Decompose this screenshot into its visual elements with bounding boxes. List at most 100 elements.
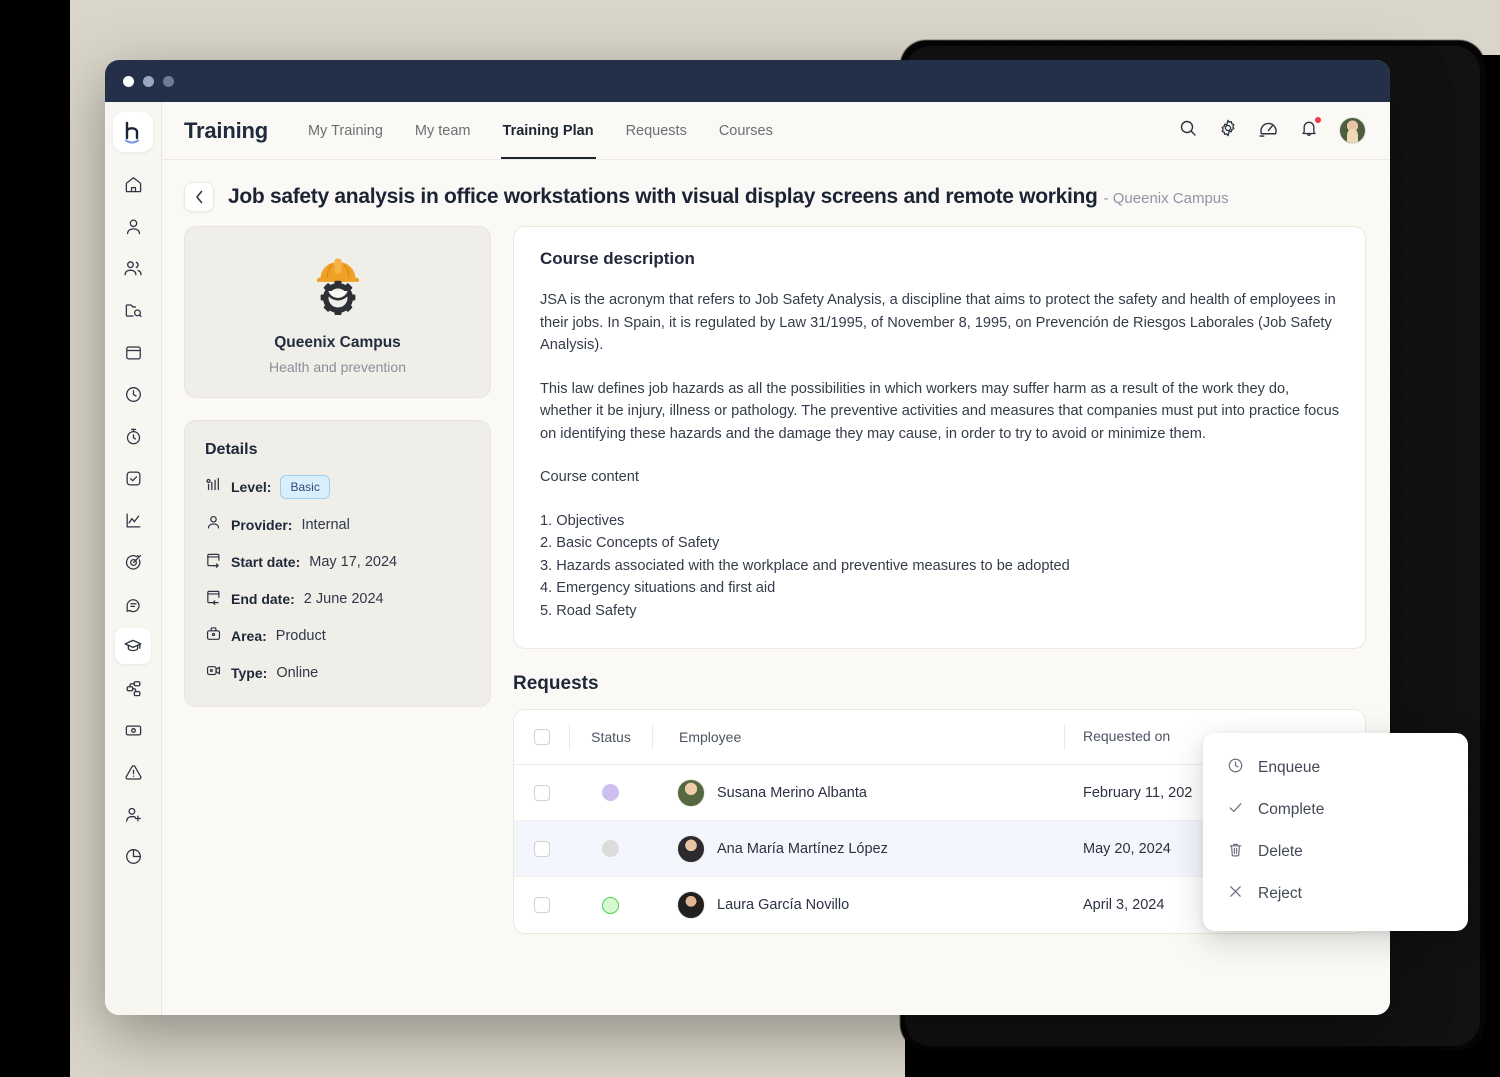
detail-value-type: Online bbox=[276, 665, 319, 681]
detail-value-end-date: 2 June 2024 bbox=[303, 591, 384, 607]
status-badge bbox=[601, 896, 619, 914]
detail-row-area: Area: Product bbox=[205, 625, 470, 647]
page-title: Job safety analysis in office workstatio… bbox=[228, 185, 1098, 208]
menu-item-complete[interactable]: Complete bbox=[1203, 789, 1468, 831]
user-plus-icon bbox=[124, 805, 143, 824]
course-description-title: Course description bbox=[540, 249, 695, 268]
column-header-employee[interactable]: Employee bbox=[653, 729, 1064, 745]
column-header-status[interactable]: Status bbox=[570, 729, 652, 745]
sidebar-item-tasks[interactable] bbox=[115, 460, 151, 496]
detail-value-area: Product bbox=[275, 628, 326, 644]
sidebar-item-reports[interactable] bbox=[115, 838, 151, 874]
sidebar-item-training[interactable] bbox=[115, 628, 151, 664]
detail-label-level: Level: bbox=[231, 479, 272, 495]
avatar bbox=[677, 834, 705, 863]
row-status-cell bbox=[569, 784, 651, 801]
sidebar-item-team[interactable] bbox=[115, 250, 151, 286]
tab-my-training[interactable]: My Training bbox=[292, 102, 399, 159]
sidebar-item-calendar[interactable] bbox=[115, 334, 151, 370]
row-select-cell bbox=[514, 897, 569, 913]
sidebar-item-profile[interactable] bbox=[115, 208, 151, 244]
list-item: 4. Emergency situations and first aid bbox=[540, 580, 776, 596]
row-checkbox[interactable] bbox=[533, 840, 550, 857]
select-all-checkbox[interactable] bbox=[533, 729, 550, 745]
page-title-group: Job safety analysis in office workstatio… bbox=[228, 185, 1229, 209]
avatar bbox=[677, 778, 705, 807]
folder-search-icon bbox=[124, 301, 143, 320]
column-header-employee-label: Employee bbox=[679, 729, 742, 745]
sidebar-item-feedback[interactable] bbox=[115, 586, 151, 622]
top-actions bbox=[1178, 116, 1366, 144]
row-status-cell bbox=[569, 840, 651, 857]
avatar bbox=[677, 891, 705, 919]
back-button[interactable] bbox=[184, 182, 214, 212]
video-camera-icon bbox=[205, 662, 222, 684]
sidebar-item-home[interactable] bbox=[115, 166, 151, 202]
gear-icon bbox=[1218, 118, 1238, 143]
minimize-window-button[interactable] bbox=[143, 75, 154, 87]
row-actions-menu: Enqueue Complete Delete Reject bbox=[1203, 733, 1468, 931]
sidebar-item-documents[interactable] bbox=[115, 292, 151, 328]
detail-label-area: Area: bbox=[231, 628, 267, 644]
course-description-card: Course description JSA is the acronym th… bbox=[513, 226, 1366, 649]
notifications-button[interactable] bbox=[1299, 116, 1322, 143]
signal-level-icon bbox=[205, 476, 222, 498]
sidebar-item-analytics[interactable] bbox=[115, 502, 151, 538]
chart-line-icon bbox=[124, 511, 143, 530]
course-summary-card: Queenix Campus Health and prevention bbox=[184, 226, 491, 398]
checkbox-icon bbox=[124, 469, 143, 488]
maximize-window-button[interactable] bbox=[163, 75, 174, 87]
briefcase-icon bbox=[205, 625, 222, 647]
graduation-cap-icon bbox=[123, 636, 143, 656]
close-window-button[interactable] bbox=[123, 75, 134, 87]
menu-item-reject[interactable]: Reject bbox=[1203, 873, 1468, 915]
row-status-cell bbox=[569, 896, 651, 914]
menu-item-enqueue[interactable]: Enqueue bbox=[1203, 747, 1468, 789]
employee-name: Susana Merino Albanta bbox=[717, 784, 867, 801]
status-badge bbox=[601, 784, 619, 801]
requested-on-date: May 20, 2024 bbox=[1083, 840, 1171, 857]
tab-my-team[interactable]: My team bbox=[399, 102, 487, 159]
menu-item-delete[interactable]: Delete bbox=[1203, 831, 1468, 873]
requested-on-date: February 11, 202 bbox=[1083, 784, 1193, 801]
trash-icon bbox=[1227, 841, 1244, 863]
clock-icon bbox=[124, 385, 143, 404]
sidebar-item-goals[interactable] bbox=[115, 544, 151, 580]
sidebar-item-incidents[interactable] bbox=[115, 754, 151, 790]
tab-training-plan[interactable]: Training Plan bbox=[487, 102, 610, 159]
tab-requests[interactable]: Requests bbox=[610, 102, 703, 159]
sidebar-item-recruiting[interactable] bbox=[115, 796, 151, 832]
detail-label-type: Type: bbox=[231, 665, 268, 681]
description-paragraph: JSA is the acronym that refers to Job Sa… bbox=[540, 292, 1336, 353]
settings-button[interactable] bbox=[1218, 118, 1238, 143]
sidebar-item-timer[interactable] bbox=[115, 418, 151, 454]
course-name: Queenix Campus bbox=[274, 334, 401, 351]
user-icon bbox=[124, 217, 143, 236]
target-icon bbox=[124, 553, 143, 572]
app-logo[interactable] bbox=[113, 112, 153, 152]
user-icon bbox=[205, 514, 222, 536]
row-checkbox[interactable] bbox=[533, 784, 550, 801]
tab-courses[interactable]: Courses bbox=[703, 102, 789, 159]
search-button[interactable] bbox=[1178, 118, 1198, 143]
timer-icon bbox=[124, 427, 143, 446]
sidebar-item-time[interactable] bbox=[115, 376, 151, 412]
performance-button[interactable] bbox=[1258, 118, 1279, 144]
course-content-heading: Course content bbox=[540, 469, 639, 485]
speedometer-icon bbox=[1258, 118, 1279, 144]
users-icon bbox=[123, 258, 143, 278]
column-header-requested-on-label: Requested on bbox=[1083, 728, 1171, 744]
select-all-cell bbox=[514, 729, 569, 745]
row-checkbox[interactable] bbox=[533, 897, 550, 913]
employee-name: Laura García Novillo bbox=[717, 897, 850, 913]
user-avatar[interactable] bbox=[1339, 117, 1366, 144]
sidebar-item-workflow[interactable] bbox=[115, 670, 151, 706]
home-icon bbox=[124, 175, 143, 194]
detail-value-start-date: May 17, 2024 bbox=[309, 554, 398, 570]
sidebar-item-payroll[interactable] bbox=[115, 712, 151, 748]
level-badge: Basic bbox=[280, 475, 330, 499]
calendar-end-icon bbox=[205, 588, 222, 610]
requests-title: Requests bbox=[513, 673, 599, 694]
page-header: Job safety analysis in office workstatio… bbox=[162, 160, 1390, 226]
row-select-cell bbox=[514, 840, 569, 857]
